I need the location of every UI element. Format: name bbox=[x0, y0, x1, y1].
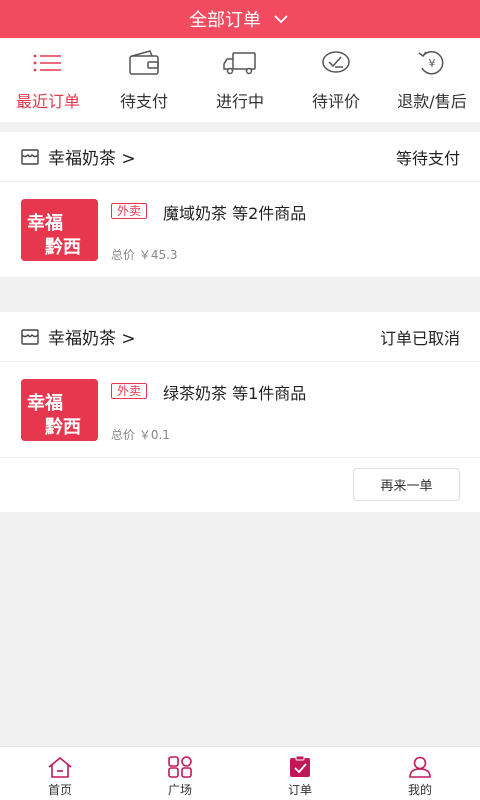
thumbnail-text: 黔西 bbox=[45, 416, 81, 438]
tab-pending-payment[interactable]: 待支付 bbox=[96, 38, 192, 122]
order-item[interactable]: 幸福 黔西 外卖 魔域奶茶 等2件商品 总价 ￥45.3 bbox=[0, 182, 480, 278]
nav-label: 首页 bbox=[47, 783, 72, 797]
order-card: 幸福奶茶 > 订单已取消 幸福 黔西 外卖 绿茶奶茶 等1件商品 总价 ￥0.1… bbox=[0, 312, 480, 512]
order-status: 等待支付 bbox=[395, 148, 460, 168]
tab-pending-review[interactable]: 待评价 bbox=[288, 38, 384, 122]
refund-icon: ¥ bbox=[415, 50, 449, 76]
store-icon bbox=[21, 148, 39, 165]
tab-label: 进行中 bbox=[215, 92, 264, 111]
truck-icon bbox=[223, 50, 257, 76]
order-header: 幸福奶茶 > 等待支付 bbox=[0, 132, 480, 182]
thumbnail-text: 幸福 bbox=[27, 392, 63, 414]
store-icon bbox=[21, 328, 39, 345]
bottom-nav: 首页 广场 订单 我的 bbox=[0, 746, 480, 800]
shop-name: 幸福奶茶 > bbox=[48, 329, 136, 349]
tab-label: 待评价 bbox=[311, 92, 360, 111]
order-header: 幸福奶茶 > 订单已取消 bbox=[0, 312, 480, 362]
svg-text:¥: ¥ bbox=[429, 57, 436, 70]
tab-label: 退款/售后 bbox=[397, 92, 467, 111]
tab-label: 待支付 bbox=[119, 92, 168, 111]
order-total: 总价 ￥45.3 bbox=[111, 248, 178, 262]
tab-label: 最近订单 bbox=[15, 92, 80, 111]
product-thumbnail: 幸福 黔西 bbox=[21, 199, 98, 261]
order-card: 幸福奶茶 > 等待支付 幸福 黔西 外卖 魔域奶茶 等2件商品 总价 ￥45.3 bbox=[0, 132, 480, 278]
shop-link[interactable]: 幸福奶茶 > bbox=[20, 144, 136, 169]
user-icon bbox=[406, 755, 434, 779]
order-status: 订单已取消 bbox=[379, 328, 460, 348]
list-icon bbox=[31, 50, 65, 76]
nav-home[interactable]: 首页 bbox=[0, 747, 120, 800]
nav-label: 我的 bbox=[407, 783, 432, 797]
tab-refund[interactable]: ¥ 退款/售后 bbox=[384, 38, 480, 122]
order-tabs: 最近订单 待支付 进行中 待评价 ¥ 退款/售后 bbox=[0, 38, 480, 122]
nav-mine[interactable]: 我的 bbox=[360, 747, 480, 800]
reorder-button[interactable]: 再来一单 bbox=[353, 468, 460, 501]
orders-icon bbox=[286, 755, 314, 779]
wallet-icon bbox=[127, 50, 161, 76]
top-bar[interactable]: 全部订单 bbox=[0, 0, 480, 38]
order-item[interactable]: 幸福 黔西 外卖 绿茶奶茶 等1件商品 总价 ￥0.1 bbox=[0, 362, 480, 458]
nav-orders[interactable]: 订单 bbox=[240, 747, 360, 800]
order-footer: 再来一单 bbox=[0, 458, 480, 512]
chevron-down-icon[interactable] bbox=[271, 9, 291, 29]
delivery-tag: 外卖 bbox=[111, 203, 148, 219]
shop-name: 幸福奶茶 > bbox=[48, 149, 136, 169]
home-icon bbox=[46, 755, 74, 779]
thumbnail-text: 黔西 bbox=[45, 236, 81, 258]
page-title[interactable]: 全部订单 bbox=[189, 6, 261, 32]
tab-in-progress[interactable]: 进行中 bbox=[192, 38, 288, 122]
order-title: 绿茶奶茶 等1件商品 bbox=[163, 384, 307, 403]
delivery-tag: 外卖 bbox=[111, 383, 148, 399]
order-total: 总价 ￥0.1 bbox=[111, 428, 170, 442]
product-thumbnail: 幸福 黔西 bbox=[21, 379, 98, 441]
nav-label: 广场 bbox=[167, 783, 192, 797]
grid-icon bbox=[166, 755, 194, 779]
review-icon bbox=[319, 50, 353, 76]
nav-label: 订单 bbox=[287, 783, 312, 797]
order-title: 魔域奶茶 等2件商品 bbox=[163, 204, 307, 223]
nav-square[interactable]: 广场 bbox=[120, 747, 240, 800]
tab-recent-orders[interactable]: 最近订单 bbox=[0, 38, 96, 122]
shop-link[interactable]: 幸福奶茶 > bbox=[20, 324, 136, 349]
thumbnail-text: 幸福 bbox=[27, 212, 63, 234]
